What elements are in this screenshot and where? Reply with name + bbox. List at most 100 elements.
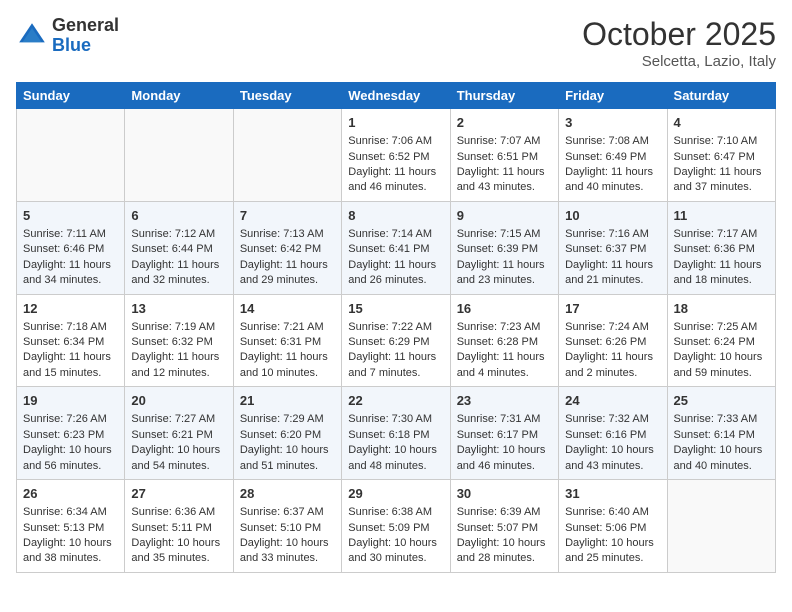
day-number: 18 — [674, 300, 769, 318]
calendar-week-row: 12Sunrise: 7:18 AMSunset: 6:34 PMDayligh… — [17, 294, 776, 387]
day-info: Sunrise: 7:24 AM — [565, 320, 660, 335]
day-info: Sunrise: 7:30 AM — [348, 412, 443, 427]
weekday-header: Saturday — [667, 83, 775, 109]
day-info: Sunrise: 7:27 AM — [131, 412, 226, 427]
calendar-cell: 1Sunrise: 7:06 AMSunset: 6:52 PMDaylight… — [342, 109, 450, 202]
day-info: Daylight: 10 hours and 48 minutes. — [348, 443, 443, 474]
calendar-cell: 18Sunrise: 7:25 AMSunset: 6:24 PMDayligh… — [667, 294, 775, 387]
day-number: 9 — [457, 207, 552, 225]
day-info: Daylight: 11 hours and 46 minutes. — [348, 165, 443, 196]
logo-icon — [16, 20, 48, 52]
day-number: 21 — [240, 392, 335, 410]
day-info: Daylight: 10 hours and 33 minutes. — [240, 536, 335, 567]
weekday-header: Wednesday — [342, 83, 450, 109]
calendar-cell: 13Sunrise: 7:19 AMSunset: 6:32 PMDayligh… — [125, 294, 233, 387]
day-info: Sunset: 6:49 PM — [565, 150, 660, 165]
day-info: Sunrise: 6:39 AM — [457, 505, 552, 520]
day-number: 3 — [565, 114, 660, 132]
day-info: Sunrise: 6:37 AM — [240, 505, 335, 520]
day-info: Daylight: 11 hours and 15 minutes. — [23, 350, 118, 381]
day-info: Sunset: 5:07 PM — [457, 521, 552, 536]
day-info: Sunrise: 7:08 AM — [565, 134, 660, 149]
day-info: Sunset: 6:18 PM — [348, 428, 443, 443]
day-info: Sunrise: 6:34 AM — [23, 505, 118, 520]
calendar-cell — [17, 109, 125, 202]
day-info: Sunset: 6:14 PM — [674, 428, 769, 443]
page-header: General Blue October 2025 Selcetta, Lazi… — [16, 16, 776, 70]
calendar-cell: 19Sunrise: 7:26 AMSunset: 6:23 PMDayligh… — [17, 387, 125, 480]
day-info: Daylight: 11 hours and 29 minutes. — [240, 258, 335, 289]
day-info: Sunrise: 7:13 AM — [240, 227, 335, 242]
day-info: Sunrise: 6:38 AM — [348, 505, 443, 520]
day-info: Sunset: 6:52 PM — [348, 150, 443, 165]
day-info: Sunset: 6:16 PM — [565, 428, 660, 443]
calendar-cell: 16Sunrise: 7:23 AMSunset: 6:28 PMDayligh… — [450, 294, 558, 387]
day-info: Sunrise: 7:21 AM — [240, 320, 335, 335]
day-info: Sunset: 6:41 PM — [348, 242, 443, 257]
day-info: Sunset: 5:06 PM — [565, 521, 660, 536]
day-info: Sunrise: 6:36 AM — [131, 505, 226, 520]
day-number: 22 — [348, 392, 443, 410]
calendar-cell: 6 Sunrise: 7:12 AMSunset: 6:44 PMDaylight… — [125, 201, 233, 294]
calendar-cell: 5Sunrise: 7:11 AMSunset: 6:46 PMDaylight… — [17, 201, 125, 294]
day-info: Sunset: 6:23 PM — [23, 428, 118, 443]
day-info: Daylight: 10 hours and 30 minutes. — [348, 536, 443, 567]
day-info: Daylight: 11 hours and 32 minutes. — [131, 258, 226, 289]
calendar-cell: 4Sunrise: 7:10 AMSunset: 6:47 PMDaylight… — [667, 109, 775, 202]
day-info: Sunrise: 6:40 AM — [565, 505, 660, 520]
calendar-table: SundayMondayTuesdayWednesdayThursdayFrid… — [16, 82, 776, 573]
day-number: 14 — [240, 300, 335, 318]
day-info: Sunset: 6:44 PM — [131, 242, 226, 257]
day-info: Daylight: 11 hours and 10 minutes. — [240, 350, 335, 381]
day-info: Sunset: 6:26 PM — [565, 335, 660, 350]
day-number: 30 — [457, 485, 552, 503]
calendar-cell: 25Sunrise: 7:33 AMSunset: 6:14 PMDayligh… — [667, 387, 775, 480]
weekday-header: Monday — [125, 83, 233, 109]
day-info: Sunrise: 7:33 AM — [674, 412, 769, 427]
day-info: Sunset: 6:37 PM — [565, 242, 660, 257]
day-info: Sunrise: 7:12 AM — [131, 227, 226, 242]
day-info: Daylight: 11 hours and 4 minutes. — [457, 350, 552, 381]
day-info: Sunset: 6:39 PM — [457, 242, 552, 257]
day-info: Daylight: 10 hours and 35 minutes. — [131, 536, 226, 567]
title-block: October 2025 Selcetta, Lazio, Italy — [582, 16, 776, 70]
calendar-week-row: 5Sunrise: 7:11 AMSunset: 6:46 PMDaylight… — [17, 201, 776, 294]
weekday-header: Tuesday — [233, 83, 341, 109]
calendar-cell: 21Sunrise: 7:29 AMSunset: 6:20 PMDayligh… — [233, 387, 341, 480]
day-number: 26 — [23, 485, 118, 503]
day-info: Sunrise: 7:25 AM — [674, 320, 769, 335]
calendar-cell: 11Sunrise: 7:17 AMSunset: 6:36 PMDayligh… — [667, 201, 775, 294]
day-info: Sunrise: 7:23 AM — [457, 320, 552, 335]
day-info: Sunset: 6:17 PM — [457, 428, 552, 443]
day-number: 19 — [23, 392, 118, 410]
day-info: Sunset: 6:29 PM — [348, 335, 443, 350]
day-info: Sunrise: 7:18 AM — [23, 320, 118, 335]
weekday-header: Sunday — [17, 83, 125, 109]
calendar-week-row: 19Sunrise: 7:26 AMSunset: 6:23 PMDayligh… — [17, 387, 776, 480]
calendar-cell: 26Sunrise: 6:34 AMSunset: 5:13 PMDayligh… — [17, 480, 125, 573]
day-number: 6 — [131, 207, 226, 225]
day-number: 5 — [23, 207, 118, 225]
day-info: Sunrise: 7:07 AM — [457, 134, 552, 149]
calendar-cell: 20Sunrise: 7:27 AMSunset: 6:21 PMDayligh… — [125, 387, 233, 480]
location-subtitle: Selcetta, Lazio, Italy — [582, 53, 776, 70]
day-info: Daylight: 10 hours and 43 minutes. — [565, 443, 660, 474]
day-info: Daylight: 10 hours and 51 minutes. — [240, 443, 335, 474]
calendar-week-row: 1Sunrise: 7:06 AMSunset: 6:52 PMDaylight… — [17, 109, 776, 202]
day-info: Sunset: 5:09 PM — [348, 521, 443, 536]
day-info: Sunset: 6:28 PM — [457, 335, 552, 350]
day-info: Daylight: 10 hours and 40 minutes. — [674, 443, 769, 474]
logo-blue-text: Blue — [52, 35, 91, 55]
calendar-cell: 12Sunrise: 7:18 AMSunset: 6:34 PMDayligh… — [17, 294, 125, 387]
day-number: 13 — [131, 300, 226, 318]
calendar-cell: 3Sunrise: 7:08 AMSunset: 6:49 PMDaylight… — [559, 109, 667, 202]
day-info: Daylight: 10 hours and 54 minutes. — [131, 443, 226, 474]
day-info: Sunset: 6:20 PM — [240, 428, 335, 443]
day-info: Sunset: 6:51 PM — [457, 150, 552, 165]
calendar-cell — [233, 109, 341, 202]
calendar-cell: 2Sunrise: 7:07 AMSunset: 6:51 PMDaylight… — [450, 109, 558, 202]
day-info: Sunrise: 7:22 AM — [348, 320, 443, 335]
day-info: Daylight: 11 hours and 7 minutes. — [348, 350, 443, 381]
day-number: 23 — [457, 392, 552, 410]
day-number: 4 — [674, 114, 769, 132]
